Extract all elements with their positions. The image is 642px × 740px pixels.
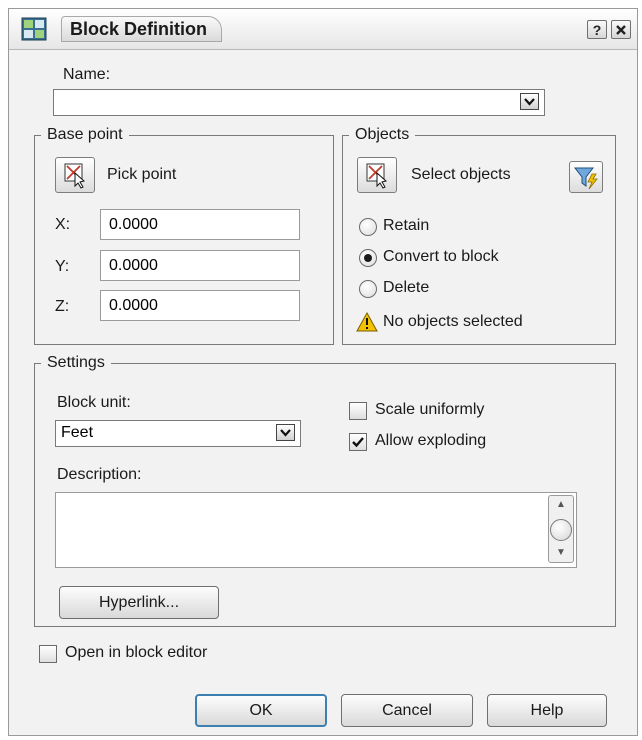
base-point-title: Base point [41, 125, 129, 145]
y-field[interactable]: 0.0000 [100, 250, 300, 281]
checkmark-icon [352, 437, 364, 448]
chevron-down-icon [524, 98, 535, 106]
allow-exploding-checkbox[interactable] [349, 433, 367, 451]
scroll-thumb[interactable] [550, 519, 572, 541]
description-field[interactable]: ▲ ▼ [55, 492, 577, 568]
title-bar: Block Definition ? [9, 9, 637, 50]
selection-status: No objects selected [383, 313, 523, 330]
x-label: X: [55, 216, 71, 233]
warning-icon [356, 312, 378, 332]
open-in-block-editor-label: Open in block editor [65, 644, 208, 661]
block-unit-label: Block unit: [57, 394, 131, 411]
retain-radio[interactable] [359, 218, 377, 236]
app-icon [21, 17, 47, 41]
filter-icon [573, 167, 598, 190]
base-point-group: Base point Pick point X: 0.0000 Y: 0.000… [34, 125, 334, 345]
objects-group: Objects Select objects Retain Convert to… [342, 125, 616, 345]
quick-select-button[interactable] [569, 161, 603, 193]
description-label: Description: [57, 466, 142, 483]
scale-uniformly-label: Scale uniformly [375, 401, 485, 418]
open-in-block-editor-checkbox[interactable] [39, 645, 57, 663]
close-icon [616, 25, 626, 35]
pick-point-icon [64, 163, 86, 189]
block-unit-value: Feet [61, 424, 94, 441]
allow-exploding-label: Allow exploding [375, 432, 487, 449]
window-title: Block Definition [61, 16, 223, 42]
select-objects-button[interactable] [357, 157, 397, 193]
scroll-up-icon[interactable]: ▲ [551, 497, 571, 513]
scale-uniformly-checkbox[interactable] [349, 402, 367, 420]
settings-title: Settings [41, 353, 111, 373]
convert-to-block-label: Convert to block [383, 248, 499, 265]
retain-label: Retain [383, 217, 430, 234]
convert-to-block-radio[interactable] [359, 249, 377, 267]
objects-title: Objects [349, 125, 416, 145]
settings-group: Settings Block unit: Feet Scale uniforml… [34, 353, 616, 627]
name-combobox[interactable] [53, 89, 545, 116]
z-value: 0.0000 [109, 297, 158, 314]
chevron-down-icon [280, 429, 291, 437]
scroll-down-icon[interactable]: ▼ [551, 545, 571, 561]
x-field[interactable]: 0.0000 [100, 209, 300, 240]
select-objects-icon [366, 163, 388, 189]
z-label: Z: [55, 298, 70, 315]
ok-button[interactable]: OK [195, 694, 327, 727]
x-value: 0.0000 [109, 216, 158, 233]
description-scrollbar[interactable]: ▲ ▼ [548, 495, 574, 563]
y-value: 0.0000 [109, 257, 158, 274]
name-label: Name: [63, 66, 111, 83]
pick-point-label: Pick point [107, 166, 177, 183]
delete-radio[interactable] [359, 280, 377, 298]
help-button[interactable]: Help [487, 694, 607, 727]
block-unit-combobox[interactable]: Feet [55, 420, 301, 447]
delete-label: Delete [383, 279, 430, 296]
select-objects-label: Select objects [411, 166, 511, 183]
help-title-button[interactable]: ? [587, 20, 607, 39]
close-button[interactable] [611, 20, 631, 39]
hyperlink-button[interactable]: Hyperlink... [59, 586, 219, 619]
block-unit-dropdown-button[interactable] [276, 424, 295, 441]
cancel-button[interactable]: Cancel [341, 694, 473, 727]
y-label: Y: [55, 258, 70, 275]
pick-point-button[interactable] [55, 157, 95, 193]
name-dropdown-button[interactable] [520, 93, 539, 110]
block-definition-dialog: Block Definition ? Name: Base point Pick… [8, 8, 638, 736]
z-field[interactable]: 0.0000 [100, 290, 300, 321]
